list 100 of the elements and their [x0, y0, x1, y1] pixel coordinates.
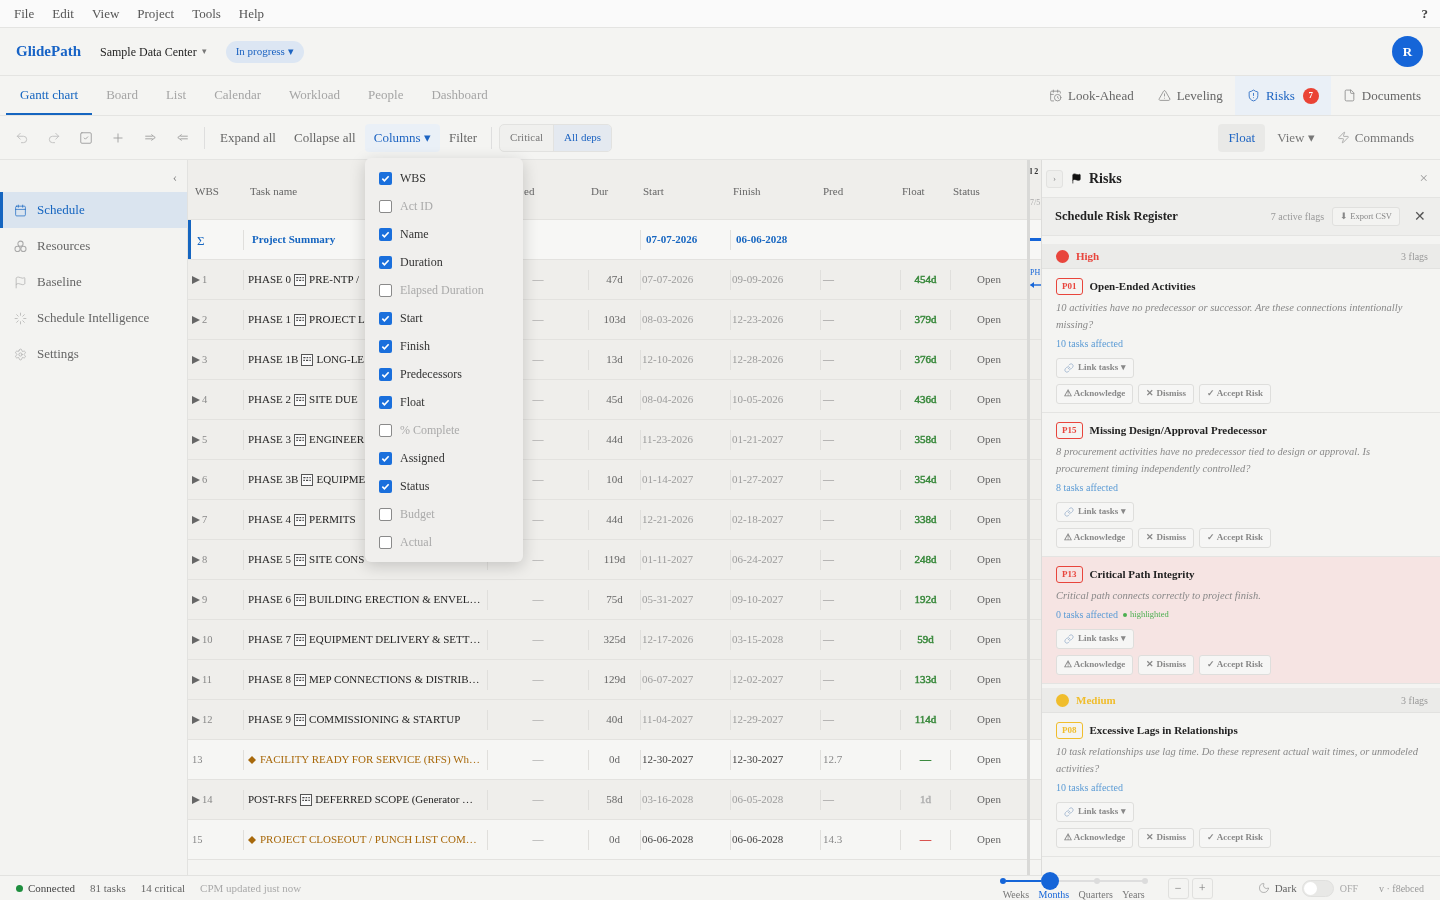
milestone-name: FACILITY READY FOR SERVICE (RFS) Wh…: [260, 752, 481, 768]
task-name: SITE DUE: [309, 392, 358, 408]
finish-date-cell-text: 12-29-2027: [732, 712, 784, 728]
wbs-number: 5: [202, 432, 208, 447]
status-cell-text: Open: [977, 472, 1001, 488]
task-name: ENGINEER: [309, 432, 365, 448]
start-date-cell-text: 05-31-2027: [642, 592, 694, 608]
phase-label: PHASE 9: [248, 712, 292, 728]
predecessor-cell-text: —: [823, 512, 834, 528]
finish-date-cell-text: 06-06-2028: [732, 832, 784, 848]
start-date-cell-text: 07-07-2026: [646, 232, 698, 248]
duration-cell-text: 129d: [603, 672, 626, 688]
predecessor-cell-text: —: [823, 792, 834, 808]
wbs-number: 3: [202, 352, 208, 367]
column-header: Dur: [591, 184, 609, 197]
float-cell-text: 248d: [914, 552, 937, 568]
column-header: Task name: [250, 184, 298, 197]
column-header: ed: [524, 184, 535, 197]
start-date-cell-text: 12-21-2026: [642, 512, 694, 528]
duration-cell-text: 325d: [603, 632, 626, 648]
float-cell-text: 376d: [914, 352, 937, 368]
phase-label: PHASE 4: [248, 512, 292, 528]
finish-date-cell-text: 01-27-2027: [732, 472, 784, 488]
finish-date-cell-text: 03-15-2028: [732, 632, 784, 648]
phase-label: PHASE 7: [248, 632, 292, 648]
predecessor-cell-text: —: [823, 272, 834, 288]
duration-cell-text: 119d: [603, 552, 626, 568]
predecessor-cell-text: —: [823, 432, 834, 448]
predecessor-cell-text: —: [823, 712, 834, 728]
risk-code-tag: P08: [1056, 722, 1083, 739]
update-status: CPM updated just now: [200, 880, 302, 896]
column-header: Pred: [823, 184, 844, 197]
risk-description: Critical path connects correctly to project finish.: [1056, 589, 1262, 603]
status-cell-text: Open: [977, 632, 1001, 648]
start-date-cell-text: 01-11-2027: [642, 552, 693, 568]
phase-label: PHASE 5: [248, 552, 292, 568]
column-header: Start: [643, 184, 664, 197]
assigned-cell-text: —: [532, 752, 544, 768]
phase-label: PHASE 1: [248, 312, 292, 328]
predecessor-cell-text: 14.3: [823, 832, 843, 848]
milestone-name: PROJECT CLOSEOUT / PUNCH LIST COM…: [260, 832, 477, 848]
column-header: Status: [953, 184, 980, 197]
phase-label: PHASE 3: [248, 432, 292, 448]
phase-label: PHASE 2: [248, 392, 292, 408]
float-cell-text: 59d: [917, 632, 934, 648]
start-date-cell-text: 08-04-2026: [642, 392, 694, 408]
float-cell-text: 133d: [914, 672, 937, 688]
task-name: EQUIPME: [316, 472, 366, 488]
finish-date-cell-text: 01-21-2027: [732, 432, 784, 448]
wbs-number: 7: [202, 512, 208, 527]
float-cell-text: 436d: [914, 392, 937, 408]
finish-date-cell-text: 09-09-2026: [732, 272, 784, 288]
predecessor-cell-text: —: [823, 352, 834, 368]
task-name: BUILDING ERECTION & ENVEL…: [309, 592, 481, 608]
version-label: v · f8ebced: [1379, 881, 1424, 896]
phase-label: PHASE 8: [248, 672, 292, 688]
active-flags-count: 7 active flags: [1270, 210, 1325, 224]
risk-code-tag: P13: [1056, 566, 1083, 583]
timeline-day-label: 7/5: [1030, 199, 1041, 207]
assigned-cell-text: —: [532, 632, 544, 648]
finish-date-cell-text: 12-02-2027: [732, 672, 784, 688]
sum-symbol: Σ: [197, 232, 205, 248]
duration-cell-text: 103d: [603, 312, 626, 328]
phase-label: PHASE 0: [248, 272, 292, 288]
duration-cell-text: 45d: [606, 392, 623, 408]
start-date-cell-text: 11-23-2026: [642, 432, 693, 448]
float-cell-text: 354d: [914, 472, 937, 488]
column-header: Finish: [733, 184, 761, 197]
float-cell-text: 192d: [914, 592, 937, 608]
predecessor-cell-text: —: [823, 672, 834, 688]
column-header: Float: [902, 184, 925, 197]
app-logo: GlidePath: [16, 42, 81, 62]
wbs-number: 13: [192, 752, 203, 767]
finish-date-cell-text: 12-23-2026: [732, 312, 784, 328]
predecessor-cell-text: —: [823, 312, 834, 328]
status-cell-text: Open: [977, 272, 1001, 288]
start-date-cell-text: 08-03-2026: [642, 312, 694, 328]
wbs-number: 6: [202, 472, 208, 487]
start-date-cell-text: 06-07-2027: [642, 672, 694, 688]
duration-cell-text: 58d: [606, 792, 623, 808]
task-name: PERMITS: [309, 512, 356, 528]
float-cell-text: 338d: [914, 512, 937, 528]
start-date-cell-text: 06-06-2028: [642, 832, 694, 848]
duration-cell-text: 13d: [606, 352, 623, 368]
severity-label: High: [1076, 248, 1100, 264]
dark-mode-state: OFF: [1339, 881, 1358, 896]
predecessor-cell-text: —: [823, 552, 834, 568]
task-name: LONG-LE: [316, 352, 365, 368]
risk-title: Critical Path Integrity: [1089, 567, 1195, 583]
start-date-cell-text: 11-04-2027: [642, 712, 693, 728]
finish-date-cell-text: 06-06-2028: [736, 232, 788, 248]
start-date-cell-text: 12-17-2026: [642, 632, 694, 648]
finish-date-cell-text: 12-30-2027: [732, 752, 784, 768]
finish-date-cell-text: 09-10-2027: [732, 592, 784, 608]
duration-cell-text: 44d: [606, 432, 623, 448]
task-name: COMMISSIONING & STARTUP: [309, 712, 461, 728]
phase-label: PHASE 1B: [248, 352, 299, 368]
count-badge: 7: [1302, 87, 1319, 104]
task-name: DEFERRED SCOPE (Generator …: [315, 792, 474, 808]
risk-title: Missing Design/Approval Predecessor: [1089, 423, 1267, 439]
